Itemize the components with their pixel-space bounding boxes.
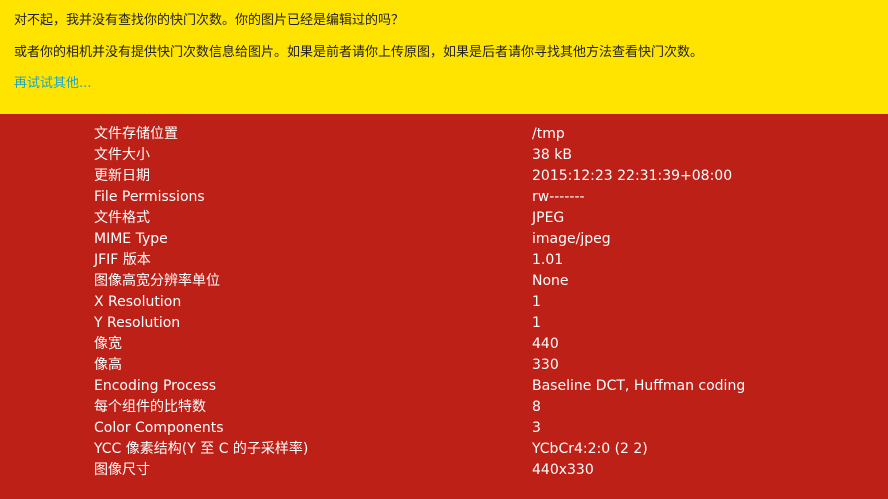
exif-value: image/jpeg [532, 231, 611, 247]
exif-row-modify-date: 更新日期 2015:12:23 22:31:39+08:00 [0, 166, 888, 187]
exif-value: None [532, 273, 569, 289]
exif-label: YCC 像素结构(Y 至 C 的子采样率) [94, 441, 309, 457]
exif-label: 文件存储位置 [94, 126, 178, 142]
notice-message-hint: 或者你的相机并没有提供快门次数信息给图片。如果是前者请你上传原图，如果是后者请你… [14, 45, 704, 60]
exif-row-x-resolution: X Resolution 1 [0, 292, 888, 313]
exif-row-image-height: 像高 330 [0, 355, 888, 376]
exif-value: 2015:12:23 22:31:39+08:00 [532, 168, 733, 184]
exif-row-image-width: 像宽 440 [0, 334, 888, 355]
exif-value: /tmp [532, 126, 565, 142]
exif-row-file-permissions: File Permissions rw------- [0, 187, 888, 208]
exif-value: rw------- [532, 189, 585, 205]
try-other-link[interactable]: 再试试其他... [14, 74, 91, 94]
exif-label: 每个组件的比特数 [94, 399, 206, 415]
exif-label: 文件格式 [94, 210, 150, 226]
exif-label: JFIF 版本 [94, 252, 151, 268]
exif-value: 1.01 [532, 252, 564, 268]
exif-label: 图像高宽分辨率单位 [94, 273, 220, 289]
shutter-count-notice: 对不起，我并没有查找你的快门次数。你的图片已经是编辑过的吗？ 或者你的相机并没有… [0, 0, 888, 114]
exif-value: 1 [532, 315, 541, 331]
exif-label: 像高 [94, 357, 122, 373]
exif-row-y-resolution: Y Resolution 1 [0, 313, 888, 334]
exif-row-ycc-subsampling: YCC 像素结构(Y 至 C 的子采样率) YCbCr4:2:0 (2 2) [0, 439, 888, 460]
exif-row-resolution-unit: 图像高宽分辨率单位 None [0, 271, 888, 292]
exif-label: MIME Type [94, 231, 168, 247]
exif-row-mime-type: MIME Type image/jpeg [0, 229, 888, 250]
notice-message-not-found: 对不起，我并没有查找你的快门次数。你的图片已经是编辑过的吗？ [14, 13, 405, 28]
exif-row-file-size: 文件大小 38 kB [0, 145, 888, 166]
exif-label: Color Components [94, 420, 224, 436]
exif-row-image-size: 图像尺寸 440x330 [0, 460, 888, 481]
exif-value: 38 kB [532, 147, 572, 163]
exif-label: 更新日期 [94, 168, 150, 184]
exif-value: 330 [532, 357, 559, 373]
exif-row-file-type: 文件格式 JPEG [0, 208, 888, 229]
exif-label: X Resolution [94, 294, 182, 310]
exif-info-table: 文件存储位置 /tmp 文件大小 38 kB 更新日期 2015:12:23 2… [0, 114, 888, 499]
exif-row-jfif-version: JFIF 版本 1.01 [0, 250, 888, 271]
exif-value: 440 [532, 336, 559, 352]
exif-value: 8 [532, 399, 541, 415]
exif-label: 图像尺寸 [94, 462, 150, 478]
exif-value: JPEG [532, 210, 565, 226]
exif-value: 3 [532, 420, 541, 436]
exif-row-bits-per-sample: 每个组件的比特数 8 [0, 397, 888, 418]
exif-row-file-directory: 文件存储位置 /tmp [0, 124, 888, 145]
exif-row-color-components: Color Components 3 [0, 418, 888, 439]
exif-label: Encoding Process [94, 378, 217, 394]
exif-value: Baseline DCT, Huffman coding [532, 378, 746, 394]
exif-value: YCbCr4:2:0 (2 2) [532, 441, 648, 457]
exif-label: File Permissions [94, 189, 205, 205]
exif-label: 像宽 [94, 336, 122, 352]
exif-label: Y Resolution [94, 315, 181, 331]
exif-row-encoding-process: Encoding Process Baseline DCT, Huffman c… [0, 376, 888, 397]
exif-value: 1 [532, 294, 541, 310]
exif-label: 文件大小 [94, 147, 150, 163]
exif-value: 440x330 [532, 462, 594, 478]
